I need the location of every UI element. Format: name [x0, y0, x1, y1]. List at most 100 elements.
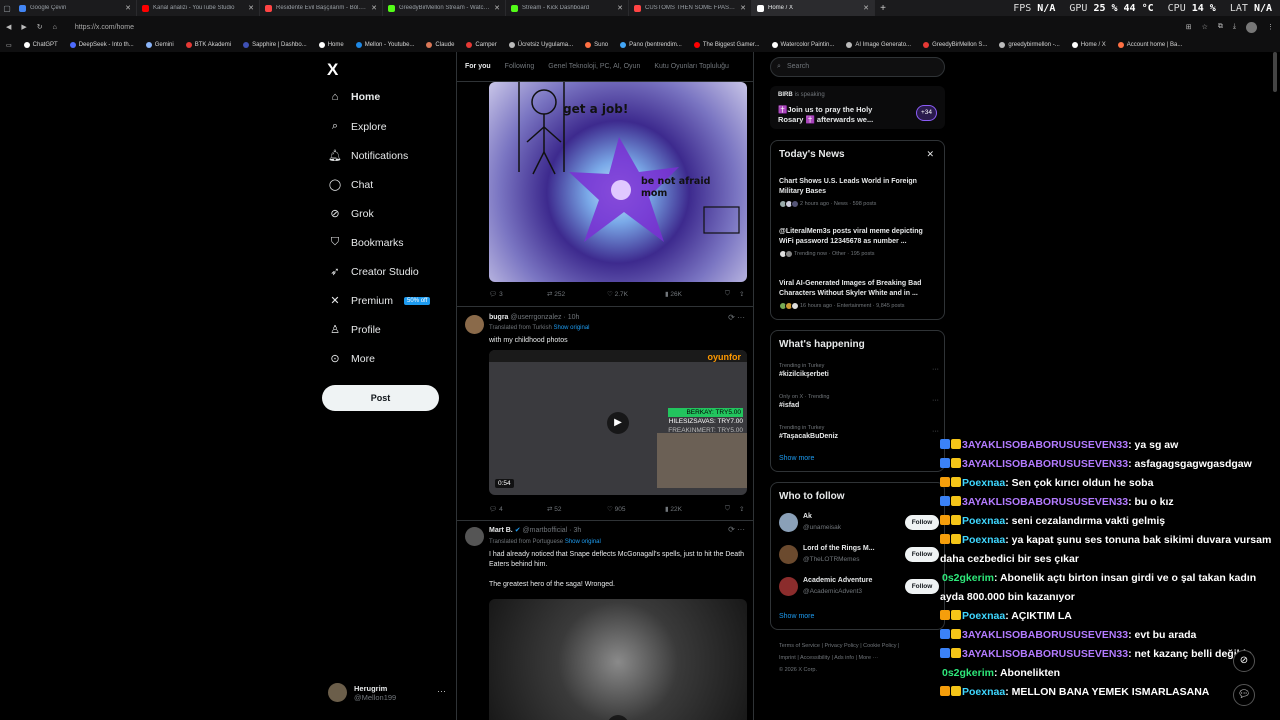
bookmark-icon[interactable]: ⛉	[725, 290, 739, 298]
reply-button[interactable]: 💬︎ 3	[489, 290, 547, 298]
browser-tab[interactable]: Stream - Kick Dashboard ✕	[506, 0, 629, 16]
bookmark-item[interactable]: GreedyBirMellon S...	[923, 42, 987, 48]
play-icon[interactable]: ▶	[607, 411, 629, 434]
download-icon[interactable]: ⤓	[1233, 23, 1236, 31]
close-icon[interactable]: ✕	[863, 4, 869, 12]
post-menu-icon[interactable]: ⟳ ···	[728, 313, 745, 322]
show-more-link[interactable]: Show more	[779, 455, 814, 462]
avatar[interactable]	[779, 577, 798, 596]
bookmark-item[interactable]: Camper	[466, 42, 497, 48]
video-player[interactable]: oyunfor BERKAY: TRY5.00 HILESIZSAVAS: TR…	[489, 350, 747, 495]
news-item[interactable]: @LiteralMem3s posts viral meme depicting…	[779, 227, 939, 258]
live-space-card[interactable]: BIRB is speaking ✝️Join us to pray the Ho…	[770, 86, 945, 129]
avatar[interactable]	[779, 513, 798, 532]
x-logo-icon[interactable]: X	[327, 60, 338, 80]
browser-tab[interactable]: GreedyBirMellon Stream - Watch... ✕	[383, 0, 506, 16]
browser-tab[interactable]: Kanal analizi - YouTube Studio ✕	[137, 0, 260, 16]
tab-following[interactable]: Following	[505, 63, 535, 70]
repost-button[interactable]: ⇄ 252	[547, 290, 607, 298]
nav-item-creator-studio[interactable]: ➶ Creator Studio	[328, 265, 418, 279]
follow-suggestion[interactable]: Lord of the Rings M... @TheLOTRMemes Follo…	[779, 545, 939, 567]
browser-profile-avatar[interactable]	[1246, 21, 1257, 33]
share-icon[interactable]: ⇪	[739, 290, 744, 298]
more-dots-icon[interactable]: ···	[932, 366, 939, 373]
author-handle[interactable]: @martbofficial · 3h	[523, 527, 582, 534]
close-icon[interactable]: ✕	[494, 4, 500, 12]
show-original-link[interactable]: Show original	[565, 539, 601, 545]
bookmark-item[interactable]: Home / X	[1071, 42, 1106, 48]
news-item[interactable]: Chart Shows U.S. Leads World in Foreign …	[779, 177, 939, 208]
author-name[interactable]: Mart B.	[489, 527, 513, 534]
bookmark-item[interactable]: Suno	[585, 42, 608, 48]
follow-suggestion[interactable]: Academic Adventure @AcademicAdvent3 Follow	[779, 577, 939, 599]
views-button[interactable]: ▮ 22K	[665, 505, 725, 513]
nav-item-home[interactable]: ⌂ Home	[328, 91, 381, 103]
footer-line[interactable]: Terms of Service | Privacy Policy | Cook…	[779, 640, 939, 652]
extensions-icon[interactable]: ⧉	[1218, 23, 1223, 31]
close-icon[interactable]: ✕	[617, 4, 623, 12]
follow-suggestion[interactable]: Ak @unameisak Follow	[779, 513, 939, 535]
bookmark-item[interactable]: Gemini	[145, 42, 174, 48]
footer-line[interactable]: Imprint | Accessibility | Ads info | Mor…	[779, 652, 939, 664]
bookmark-item[interactable]: DeepSeek - Into th...	[69, 42, 134, 48]
browser-tab[interactable]: Home / X ✕	[752, 0, 875, 16]
bookmark-item[interactable]: greedybirmellon -...	[999, 42, 1060, 48]
install-icon[interactable]: ⊞	[1186, 23, 1192, 31]
bookmark-item[interactable]: Mellon - Youtube...	[355, 42, 414, 48]
author-handle[interactable]: @userrgonzalez · 10h	[510, 314, 579, 321]
like-button[interactable]: ♡ 905	[607, 505, 665, 513]
like-button[interactable]: ♡ 2.7K	[607, 290, 665, 298]
reload-icon[interactable]: ↻	[37, 23, 43, 31]
bookmark-item[interactable]: Pano (bentrendim...	[620, 42, 682, 48]
nav-item-notifications[interactable]: 🔔︎ Notifications	[328, 149, 408, 163]
grok-fab-icon[interactable]: ⊘	[1233, 650, 1255, 672]
nav-item-premium[interactable]: ✕ Premium 50% off	[328, 294, 431, 307]
avatar[interactable]	[465, 315, 484, 334]
repost-button[interactable]: ⇄ 52	[547, 505, 607, 513]
views-button[interactable]: ▮ 26K	[665, 290, 725, 298]
play-icon[interactable]: ▶	[607, 715, 629, 720]
close-icon[interactable]: ✕	[371, 4, 377, 12]
scrollbar-thumb[interactable]	[1273, 52, 1277, 92]
bookmark-item[interactable]: Watercolor Paintin...	[771, 42, 834, 48]
nav-item-profile[interactable]: ♙ Profile	[328, 323, 381, 337]
follow-name[interactable]: Ak	[803, 513, 812, 520]
author-name[interactable]: bugra	[489, 314, 508, 321]
close-icon[interactable]: ✕	[248, 4, 254, 12]
trend-item[interactable]: Trending in Turkey #TaşacakBuDeniz ···	[779, 425, 939, 440]
close-icon[interactable]: ✕	[740, 4, 746, 12]
tab-for-you[interactable]: For you	[465, 63, 491, 70]
reply-button[interactable]: 💬︎ 4	[489, 505, 547, 513]
follow-name[interactable]: Lord of the Rings M...	[803, 545, 875, 552]
follow-name[interactable]: Academic Adventure	[803, 577, 872, 584]
avatar[interactable]	[779, 545, 798, 564]
news-item[interactable]: Viral AI-Generated Images of Breaking Ba…	[779, 279, 939, 310]
more-dots-icon[interactable]: ···	[932, 428, 939, 435]
browser-menu-icon[interactable]: ▢	[0, 4, 14, 13]
browser-tab[interactable]: Residente Evil Başçılarım - Böl... 2 ✕	[260, 0, 383, 16]
apps-icon[interactable]: ▭	[6, 42, 12, 49]
bookmark-item[interactable]: Claude	[426, 42, 454, 48]
nav-item-explore[interactable]: ⌕ Explore	[328, 120, 387, 133]
avatar[interactable]	[465, 527, 484, 546]
tab-community-3[interactable]: Kutu Oyunları Topluluğu	[654, 63, 729, 70]
post[interactable]: Mart B. ✔ @martbofficial · 3h ⟳ ··· Tran…	[457, 520, 753, 720]
bookmark-icon[interactable]: ⛉	[725, 505, 739, 513]
show-more-link[interactable]: Show more	[779, 613, 814, 620]
nav-item-more[interactable]: ⊙ More	[328, 352, 375, 366]
close-icon[interactable]: ✕	[125, 4, 131, 12]
search-input[interactable]: ⌕ Search	[770, 57, 945, 77]
url-field[interactable]: https://x.com/home	[75, 24, 134, 31]
scrollbar[interactable]	[1272, 52, 1278, 720]
browser-menu-icon[interactable]: ⋮	[1267, 23, 1274, 31]
bookmark-item[interactable]: AI Image Generato...	[846, 42, 911, 48]
star-icon[interactable]: ☆	[1202, 23, 1208, 31]
forward-icon[interactable]: ▶	[21, 23, 26, 31]
nav-item-chat[interactable]: ◯ Chat	[328, 178, 373, 192]
nav-item-bookmarks[interactable]: ⛉ Bookmarks	[328, 236, 404, 249]
show-original-link[interactable]: Show original	[553, 325, 589, 331]
meme-image[interactable]: get a job! be not afraid mom	[489, 82, 747, 282]
post[interactable]: bugra @userrgonzalez · 10h ⟳ ··· Transla…	[457, 306, 753, 520]
post-button[interactable]: Post	[322, 385, 439, 411]
tab-community-2[interactable]: Genel Teknoloji, PC, AI, Oyun	[548, 63, 640, 70]
